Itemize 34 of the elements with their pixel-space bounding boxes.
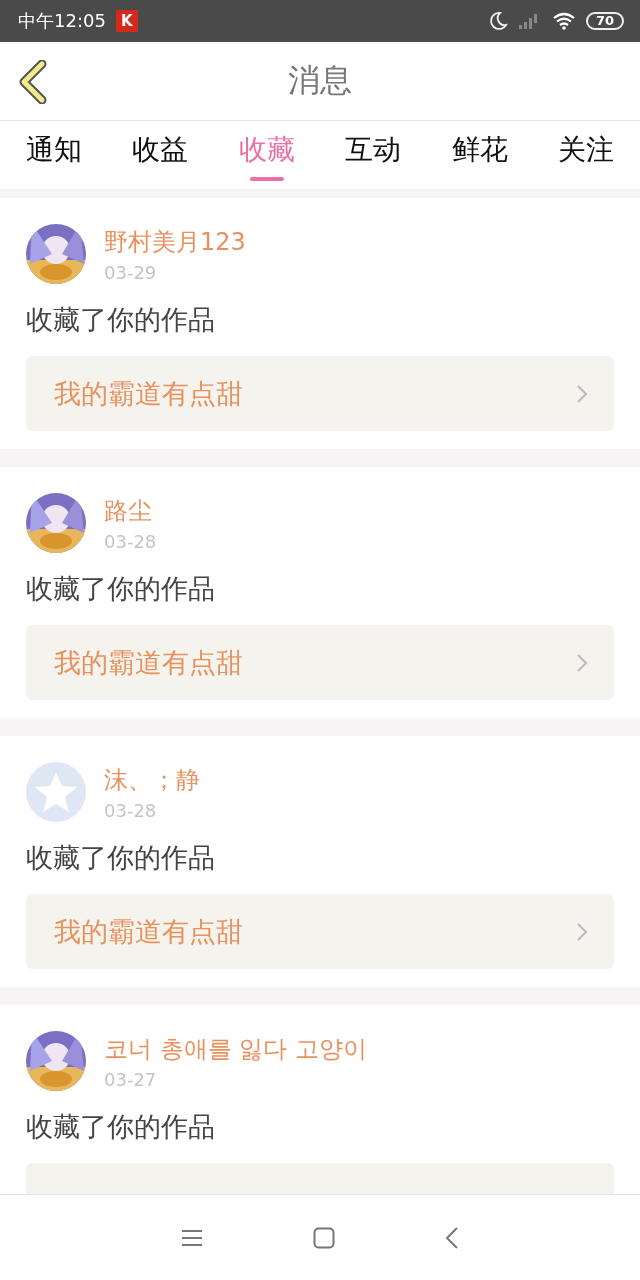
tab[interactable]: 通知 xyxy=(26,121,82,189)
tab[interactable]: 鲜花 xyxy=(451,121,508,189)
tab[interactable]: 收益 xyxy=(132,121,189,189)
work-link[interactable]: 我的霸道有点甜 xyxy=(26,894,614,969)
menu-button[interactable] xyxy=(181,1227,203,1248)
message-date: 03-27 xyxy=(104,1068,158,1090)
work-link[interactable]: 我的霸道有点甜 xyxy=(26,625,614,700)
message-text: 收藏了你的作品 xyxy=(26,572,216,606)
message-date: 03-28 xyxy=(104,799,158,821)
page-title: 消息 xyxy=(288,60,352,101)
wifi-icon xyxy=(551,12,576,30)
message-text: 收藏了你的作品 xyxy=(26,1110,216,1144)
home-button[interactable] xyxy=(313,1226,335,1249)
message-date: 03-29 xyxy=(104,261,158,283)
user-name[interactable]: 路尘 xyxy=(104,494,157,527)
tab[interactable]: 收藏 xyxy=(238,121,295,189)
message-text: 收藏了你的作品 xyxy=(26,303,216,337)
default-avatar-icon xyxy=(26,762,86,822)
moon-icon xyxy=(487,11,508,31)
user-name[interactable]: 野村美月123 xyxy=(104,225,246,258)
back-nav-button[interactable] xyxy=(445,1225,459,1250)
user-name[interactable]: 沫、；静 xyxy=(104,763,200,796)
chevron-icon xyxy=(576,652,588,673)
status-time: 中午12:05 xyxy=(18,9,106,33)
tab[interactable]: 互动 xyxy=(345,121,402,189)
battery-indicator: 70 xyxy=(585,12,624,30)
user-name[interactable]: 코너 총애를 잃다 고양이 xyxy=(104,1032,367,1065)
chevron-icon xyxy=(576,921,588,942)
app-badge: K xyxy=(115,10,138,32)
work-link[interactable]: 我的霸道有点甜 xyxy=(26,356,614,431)
message-text: 收藏了你的作品 xyxy=(26,841,216,875)
tab[interactable]: 关注 xyxy=(557,121,614,189)
message-date: 03-28 xyxy=(104,530,157,552)
chevron-icon xyxy=(576,383,588,404)
